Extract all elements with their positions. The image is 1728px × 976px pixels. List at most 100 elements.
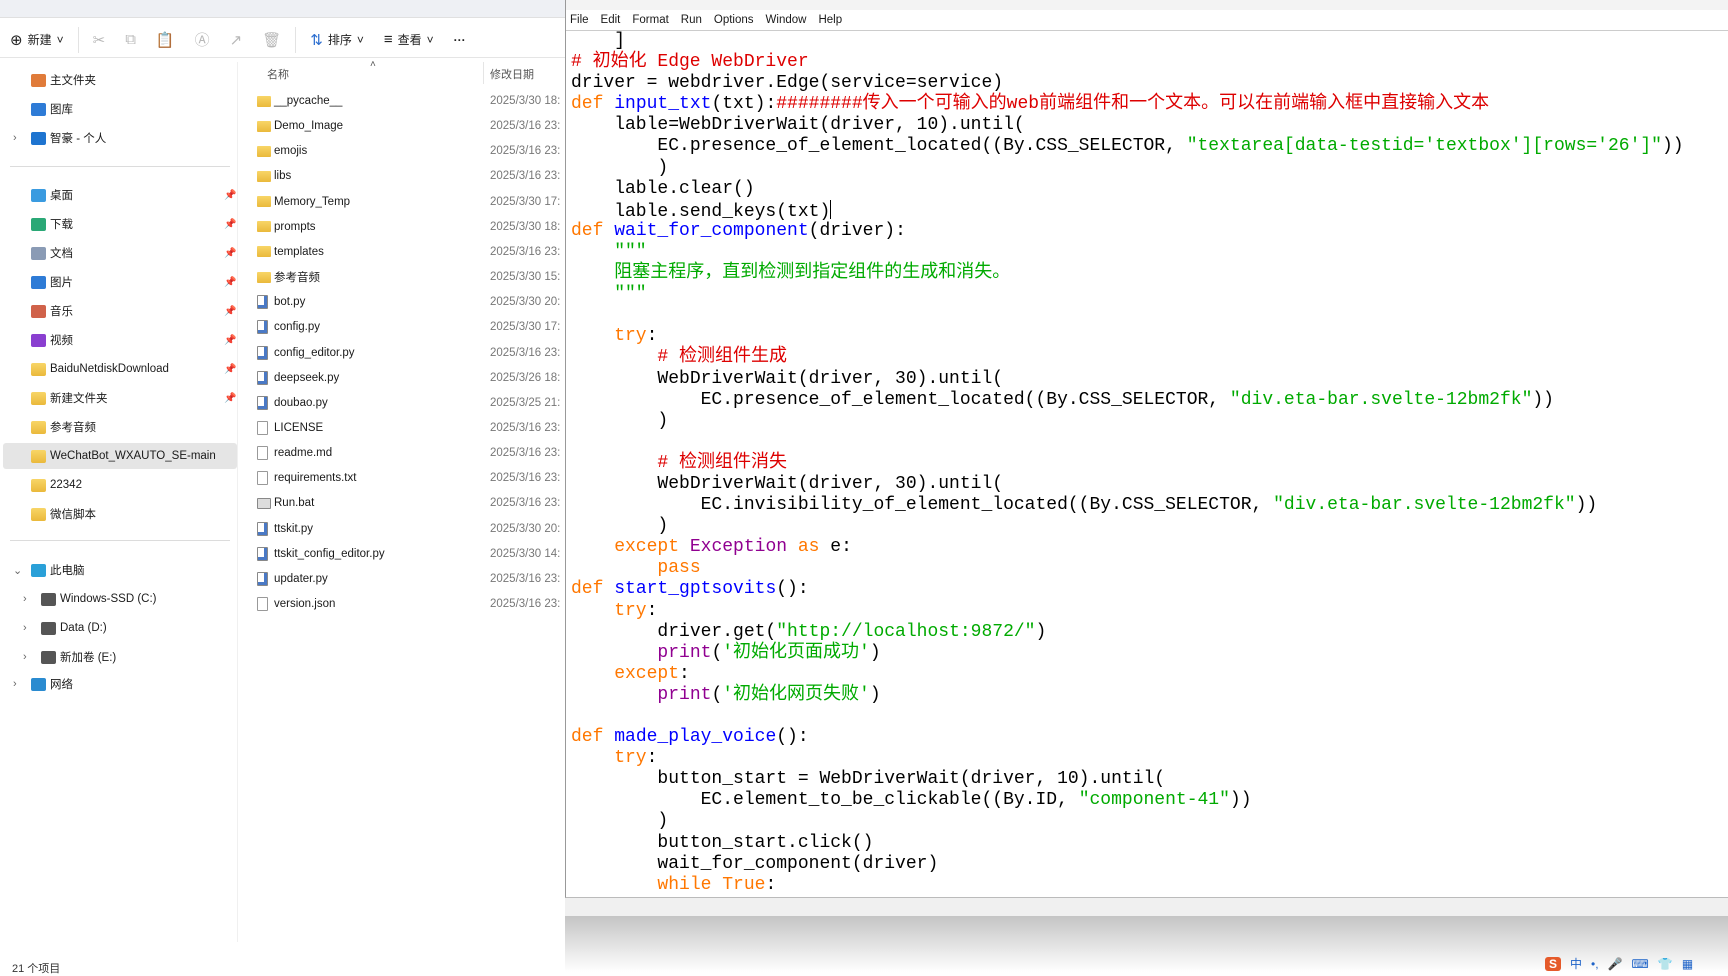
cut-button[interactable]: ✂	[83, 25, 116, 55]
nav-item[interactable]: 文档 📌	[3, 240, 237, 266]
menu-options[interactable]: Options	[714, 14, 754, 26]
item-count-status: 21 个项目	[12, 963, 61, 975]
code-line: )	[571, 411, 1684, 432]
file-row[interactable]: bot.py 2025/3/30 20:	[240, 290, 565, 314]
file-row[interactable]: ttskit.py 2025/3/30 20:	[240, 517, 565, 541]
nav-item[interactable]: 主文件夹	[3, 67, 237, 93]
file-row[interactable]: LICENSE 2025/3/16 23:	[240, 416, 565, 440]
nav-item[interactable]: 图库	[3, 96, 237, 122]
punctuation-icon[interactable]: •,	[1591, 957, 1599, 971]
copy-button[interactable]: ⧉	[115, 25, 146, 55]
expand-chevron-icon[interactable]: ›	[13, 132, 17, 144]
file-row[interactable]: updater.py 2025/3/16 23:	[240, 567, 565, 591]
file-row[interactable]: __pycache__ 2025/3/30 18:	[240, 89, 565, 113]
network-icon	[31, 677, 46, 691]
paste-button[interactable]: 📋	[146, 25, 185, 55]
nav-item[interactable]: 音乐 📌	[3, 298, 237, 324]
nav-item[interactable]: 22342	[3, 472, 237, 498]
folder-icon	[257, 95, 271, 107]
nav-item[interactable]: 视频 📌	[3, 327, 237, 353]
python-file-icon	[257, 345, 268, 360]
keyboard-icon[interactable]: ⌨	[1632, 957, 1649, 971]
column-header-date[interactable]: 修改日期	[490, 66, 534, 82]
expand-chevron-icon[interactable]: ›	[13, 678, 17, 690]
view-button[interactable]: ≡ 查看 ˅	[374, 25, 444, 55]
editor-status-bar	[565, 898, 1728, 916]
menu-file[interactable]: File	[570, 14, 589, 26]
code-text: ))	[1575, 495, 1598, 516]
nav-item[interactable]: 下载 📌	[3, 211, 237, 237]
ime-mode-toggle[interactable]: 中	[1570, 955, 1582, 972]
code-line: print('初始化网页失败')	[571, 685, 1684, 706]
keyword: as	[797, 537, 820, 558]
code-editor[interactable]: ] # 初始化 Edge WebDriver driver = webdriver.…	[571, 31, 1684, 896]
nav-item[interactable]: BaiduNetdiskDownload 📌	[3, 356, 237, 382]
scissors-icon: ✂	[92, 31, 106, 49]
toolbox-icon[interactable]: ▦	[1682, 957, 1693, 971]
file-row[interactable]: 参考音频 2025/3/30 15:	[240, 265, 565, 289]
sogou-logo-icon[interactable]: S	[1545, 956, 1562, 971]
nav-item[interactable]: 参考音频	[3, 414, 237, 440]
chevron-down-icon: ˅	[426, 32, 434, 47]
file-row[interactable]: config.py 2025/3/30 17:	[240, 315, 565, 339]
menu-window[interactable]: Window	[766, 14, 807, 26]
folder-icon	[257, 271, 271, 283]
file-row[interactable]: readme.md 2025/3/16 23:	[240, 441, 565, 465]
rename-button[interactable]: Ⓐ	[185, 25, 220, 55]
drive-icon	[41, 621, 56, 635]
file-row[interactable]: Memory_Temp 2025/3/30 17:	[240, 190, 565, 214]
new-button[interactable]: ⊕ 新建 ˅	[0, 25, 74, 55]
more-options-button[interactable]: ···	[444, 25, 476, 55]
function-name: start_gptsovits	[614, 579, 777, 600]
file-row[interactable]: Run.bat 2025/3/16 23:	[240, 491, 565, 515]
nav-item[interactable]: › Data (D:)	[3, 615, 237, 641]
menu-edit[interactable]: Edit	[601, 14, 621, 26]
code-text: lable.send_keys(txt)	[571, 201, 831, 222]
file-row[interactable]: libs 2025/3/16 23:	[240, 164, 565, 188]
file-row[interactable]: emojis 2025/3/16 23:	[240, 139, 565, 163]
expand-chevron-icon[interactable]: ⌄	[13, 564, 22, 577]
python-file-icon	[257, 521, 268, 536]
nav-item[interactable]: › 智豪 - 个人	[3, 125, 237, 151]
file-row[interactable]: ttskit_config_editor.py 2025/3/30 14:	[240, 542, 565, 566]
microphone-icon[interactable]: 🎤	[1608, 957, 1623, 971]
nav-item[interactable]: 微信脚本	[3, 501, 237, 527]
file-row[interactable]: config_editor.py 2025/3/16 23:	[240, 341, 565, 365]
file-row[interactable]: deepseek.py 2025/3/26 18:	[240, 366, 565, 390]
documents-icon	[31, 246, 46, 260]
nav-item[interactable]: 图片 📌	[3, 269, 237, 295]
sort-button[interactable]: ⇅ 排序 ˅	[300, 25, 374, 55]
file-row[interactable]: Demo_Image 2025/3/16 23:	[240, 114, 565, 138]
file-row[interactable]: requirements.txt 2025/3/16 23:	[240, 466, 565, 490]
file-icon	[257, 420, 268, 435]
code-text: button_start.click()	[571, 832, 874, 853]
menu-run[interactable]: Run	[681, 14, 702, 26]
column-header-name[interactable]: 名称	[267, 66, 289, 82]
nav-item[interactable]: 桌面 📌	[3, 182, 237, 208]
nav-item[interactable]: ⌄ 此电脑	[3, 557, 237, 583]
file-row[interactable]: version.json 2025/3/16 23:	[240, 592, 565, 616]
ime-toolbar[interactable]: S 中 •, 🎤 ⌨ 👕 ▦	[1545, 955, 1728, 972]
share-button[interactable]: ↗	[220, 25, 253, 55]
menu-format[interactable]: Format	[632, 14, 668, 26]
nav-item[interactable]: › Windows-SSD (C:)	[3, 586, 237, 612]
delete-button[interactable]: 🗑	[252, 25, 291, 55]
music-icon	[31, 304, 46, 318]
nav-item[interactable]: WeChatBot_WXAUTO_SE-main	[3, 443, 237, 469]
file-row[interactable]: doubao.py 2025/3/25 21:	[240, 391, 565, 415]
nav-item[interactable]: 新建文件夹 📌	[3, 385, 237, 411]
nav-item[interactable]: › 新加卷 (E:)	[3, 644, 237, 670]
expand-chevron-icon[interactable]: ›	[23, 651, 27, 663]
nav-item[interactable]: › 网络	[3, 671, 237, 697]
skin-icon[interactable]: 👕	[1658, 957, 1673, 971]
expand-chevron-icon[interactable]: ›	[23, 593, 27, 605]
file-row[interactable]: templates 2025/3/16 23:	[240, 240, 565, 264]
menu-help[interactable]: Help	[818, 14, 842, 26]
pin-icon: 📌	[224, 305, 237, 317]
folder-icon	[31, 478, 46, 492]
file-row[interactable]: prompts 2025/3/30 18:	[240, 215, 565, 239]
expand-chevron-icon[interactable]: ›	[23, 622, 27, 634]
code-line: """	[571, 242, 1684, 263]
